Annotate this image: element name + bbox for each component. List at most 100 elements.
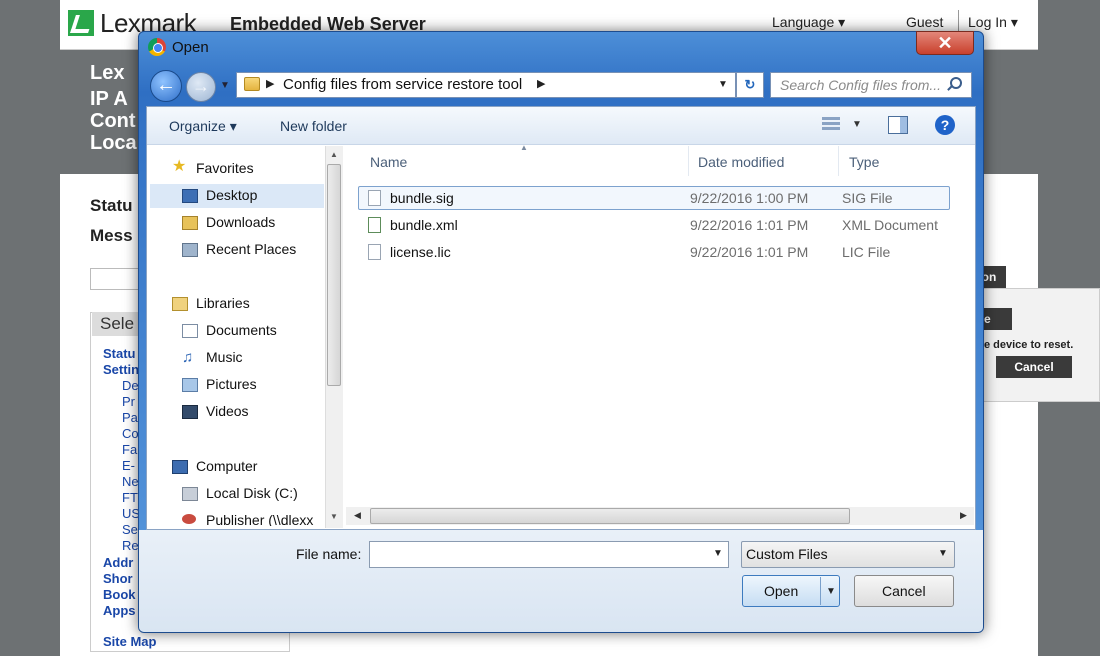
nav-link-status[interactable]: Statu xyxy=(103,346,136,361)
file-date: 9/22/2016 1:01 PM xyxy=(690,244,809,260)
nav-sublink[interactable]: Pa xyxy=(122,410,138,425)
breadcrumb-folder[interactable]: Config files from service restore tool xyxy=(283,76,522,93)
star-icon: ★ xyxy=(172,158,187,175)
pictures-icon xyxy=(182,378,198,392)
dialog-title: Open xyxy=(172,39,209,56)
nav-link-apps[interactable]: Apps xyxy=(103,603,136,618)
search-placeholder: Search Config files from... xyxy=(780,77,942,93)
message-label: Mess xyxy=(90,226,133,245)
nav-sublink[interactable]: Re xyxy=(122,538,139,553)
hero-line: Lex xyxy=(90,62,125,84)
nav-local-disk[interactable]: Local Disk (C:) xyxy=(206,485,298,501)
nav-videos[interactable]: Videos xyxy=(206,403,249,419)
nav-sublink[interactable]: Fa xyxy=(122,442,137,457)
computer-icon xyxy=(172,460,188,474)
breadcrumb-arrow-icon[interactable]: ▶ xyxy=(537,77,545,90)
nav-documents[interactable]: Documents xyxy=(206,322,277,338)
help-icon[interactable]: ? xyxy=(935,115,955,135)
nav-music[interactable]: Music xyxy=(206,349,243,365)
nav-scroll-thumb[interactable] xyxy=(327,164,341,386)
dialog-toolbar xyxy=(147,107,975,145)
file-type: XML Document xyxy=(842,217,938,233)
nav-sublink[interactable]: De xyxy=(122,378,139,393)
nav-sublink[interactable]: Co xyxy=(122,426,139,441)
file-type: SIG File xyxy=(842,190,893,206)
language-menu[interactable]: Language ▾ xyxy=(772,14,845,31)
hero-line: Cont xyxy=(90,110,136,132)
nav-recent-places[interactable]: Recent Places xyxy=(206,241,296,257)
network-drive-icon xyxy=(182,514,196,524)
desktop-icon xyxy=(182,189,198,203)
nav-publisher[interactable]: Publisher (\\dlexx xyxy=(206,512,326,526)
downloads-icon xyxy=(182,216,198,230)
column-header-type[interactable]: Type xyxy=(849,154,879,170)
videos-icon xyxy=(182,405,198,419)
file-date: 9/22/2016 1:00 PM xyxy=(690,190,809,206)
file-type: LIC File xyxy=(842,244,891,260)
file-name[interactable]: bundle.sig xyxy=(390,190,454,206)
nav-sublink[interactable]: Pr xyxy=(122,394,135,409)
nav-pictures[interactable]: Pictures xyxy=(206,376,257,392)
reset-message: e device to reset. xyxy=(984,339,1074,351)
documents-icon xyxy=(182,324,198,338)
libraries-icon xyxy=(172,297,188,311)
view-dropdown-icon[interactable]: ▼ xyxy=(852,119,862,130)
nav-desktop[interactable]: Desktop xyxy=(206,187,257,203)
scroll-down-icon[interactable]: ▼ xyxy=(330,512,338,521)
file-type-dropdown-icon[interactable]: ▼ xyxy=(938,548,948,559)
site-map-link[interactable]: Site Map xyxy=(103,634,156,649)
nav-link-shortcuts[interactable]: Shor xyxy=(103,571,133,586)
nav-sublink[interactable]: FT xyxy=(122,490,138,505)
file-name-label: File name: xyxy=(296,546,362,562)
open-dropdown-icon[interactable]: ▼ xyxy=(826,586,836,597)
nav-link-settings[interactable]: Settin xyxy=(103,362,139,377)
nav-downloads[interactable]: Downloads xyxy=(206,214,275,230)
nav-link-address-book[interactable]: Addr xyxy=(103,555,133,570)
scroll-left-icon[interactable]: ◀ xyxy=(354,510,361,521)
preview-pane-icon[interactable] xyxy=(888,116,908,134)
address-dropdown-icon[interactable]: ▼ xyxy=(718,79,728,90)
horizontal-scroll-thumb[interactable] xyxy=(370,508,850,524)
nav-sublink[interactable]: Ne xyxy=(122,474,139,489)
local-disk-icon xyxy=(182,487,198,501)
close-button[interactable]: ✕ xyxy=(916,31,974,55)
column-divider[interactable] xyxy=(838,146,839,176)
change-view-icon[interactable] xyxy=(822,117,840,133)
scroll-up-icon[interactable]: ▲ xyxy=(330,150,338,159)
open-split-divider xyxy=(820,577,821,605)
chrome-icon xyxy=(148,38,166,56)
nav-sublink[interactable]: Se xyxy=(122,522,138,537)
file-icon xyxy=(368,244,381,260)
back-arrow-icon[interactable]: ← xyxy=(150,70,182,102)
new-folder-button[interactable]: New folder xyxy=(280,118,347,134)
organize-button[interactable]: Organize ▾ xyxy=(169,118,237,135)
file-name[interactable]: license.lic xyxy=(390,244,451,260)
refresh-icon[interactable]: ↻ xyxy=(736,72,764,98)
forward-arrow-icon[interactable]: → xyxy=(186,72,216,102)
sort-up-icon: ▲ xyxy=(520,143,528,152)
login-menu[interactable]: Log In ▾ xyxy=(968,14,1018,31)
remote-cancel-button[interactable]: Cancel xyxy=(996,356,1072,378)
nav-favorites[interactable]: Favorites xyxy=(196,160,254,176)
folder-icon xyxy=(244,77,260,91)
file-name-input[interactable] xyxy=(369,541,729,568)
scroll-right-icon[interactable]: ▶ xyxy=(960,510,967,521)
hero-line: IP A xyxy=(90,88,128,110)
cancel-button-label: Cancel xyxy=(882,583,926,599)
column-header-date[interactable]: Date modified xyxy=(698,154,784,170)
column-header-name[interactable]: Name xyxy=(370,154,407,170)
nav-sublink[interactable]: E- xyxy=(122,458,135,473)
breadcrumb-arrow-icon[interactable]: ▶ xyxy=(266,77,274,90)
nav-link-bookmarks[interactable]: Book xyxy=(103,587,136,602)
status-label: Statu xyxy=(90,196,133,215)
history-dropdown-icon[interactable]: ▼ xyxy=(220,80,230,91)
nav-computer[interactable]: Computer xyxy=(196,458,257,474)
recent-places-icon xyxy=(182,243,198,257)
file-name[interactable]: bundle.xml xyxy=(390,217,458,233)
guest-label: Guest xyxy=(906,14,944,30)
search-icon[interactable] xyxy=(950,77,962,89)
nav-libraries[interactable]: Libraries xyxy=(196,295,250,311)
file-type-value: Custom Files xyxy=(746,546,828,562)
file-name-dropdown-icon[interactable]: ▼ xyxy=(713,548,723,559)
column-divider[interactable] xyxy=(688,146,689,176)
